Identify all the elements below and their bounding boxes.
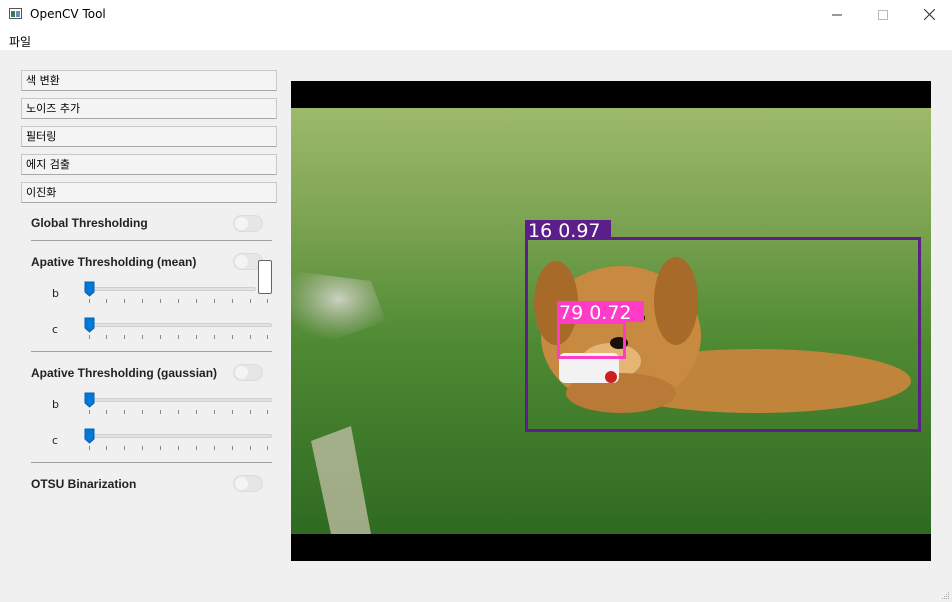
- minimize-button[interactable]: [814, 0, 860, 30]
- close-button[interactable]: [906, 0, 952, 30]
- otsu-label: OTSU Binarization: [31, 477, 137, 491]
- menu-bar: 파일: [0, 30, 952, 50]
- color-convert-button[interactable]: 색 변환: [21, 70, 277, 91]
- mean-b-label: b: [52, 287, 59, 300]
- divider: [31, 351, 272, 352]
- detection-label-dog: 16 0.97: [528, 220, 601, 242]
- binarization-button[interactable]: 이진화: [21, 182, 277, 203]
- gaussian-c-ticks: [89, 446, 268, 450]
- gaussian-threshold-label: Apative Thresholding (gaussian): [31, 366, 218, 380]
- gaussian-threshold-toggle[interactable]: [233, 364, 263, 381]
- gaussian-b-slider-handle[interactable]: [84, 392, 95, 408]
- app-icon: [9, 8, 22, 19]
- gaussian-c-label: c: [52, 434, 59, 447]
- filtering-button[interactable]: 필터링: [21, 126, 277, 147]
- gaussian-c-slider-handle[interactable]: [84, 428, 95, 444]
- gaussian-b-slider-track[interactable]: [84, 398, 272, 402]
- divider: [31, 462, 272, 463]
- mean-c-slider-handle[interactable]: [84, 317, 95, 333]
- divider: [31, 240, 272, 241]
- gaussian-c-slider-track[interactable]: [84, 434, 272, 438]
- close-icon: [923, 8, 935, 21]
- gaussian-b-ticks: [89, 410, 268, 414]
- resize-grip-icon[interactable]: [940, 590, 950, 600]
- mean-c-slider-track[interactable]: [84, 323, 272, 327]
- title-bar: OpenCV Tool: [0, 0, 952, 30]
- maximize-button[interactable]: [860, 0, 906, 30]
- scroll-handle[interactable]: [258, 260, 272, 294]
- mean-b-slider-track[interactable]: [84, 287, 256, 291]
- otsu-toggle[interactable]: [233, 475, 263, 492]
- menu-file[interactable]: 파일: [9, 33, 31, 50]
- add-noise-button[interactable]: 노이즈 추가: [21, 98, 277, 119]
- image-viewer: 16 0.97 79 0.72: [291, 81, 931, 561]
- edge-detect-button[interactable]: 에지 검출: [21, 154, 277, 175]
- mean-c-ticks: [89, 335, 268, 339]
- detection-label-object: 79 0.72: [559, 302, 632, 324]
- mean-b-slider-handle[interactable]: [84, 281, 95, 297]
- detection-image: 16 0.97 79 0.72: [291, 81, 931, 561]
- gaussian-b-label: b: [52, 398, 59, 411]
- minimize-icon: [832, 14, 842, 15]
- global-threshold-label: Global Thresholding: [31, 216, 148, 230]
- global-threshold-toggle[interactable]: [233, 215, 263, 232]
- mean-c-label: c: [52, 323, 59, 336]
- main-content: 색 변환 노이즈 추가 필터링 에지 검출 이진화 Global Thresho…: [0, 50, 952, 602]
- mean-threshold-label: Apative Thresholding (mean): [31, 255, 197, 269]
- window-title: OpenCV Tool: [30, 7, 106, 21]
- mean-b-ticks: [89, 299, 268, 303]
- maximize-icon: [878, 9, 888, 20]
